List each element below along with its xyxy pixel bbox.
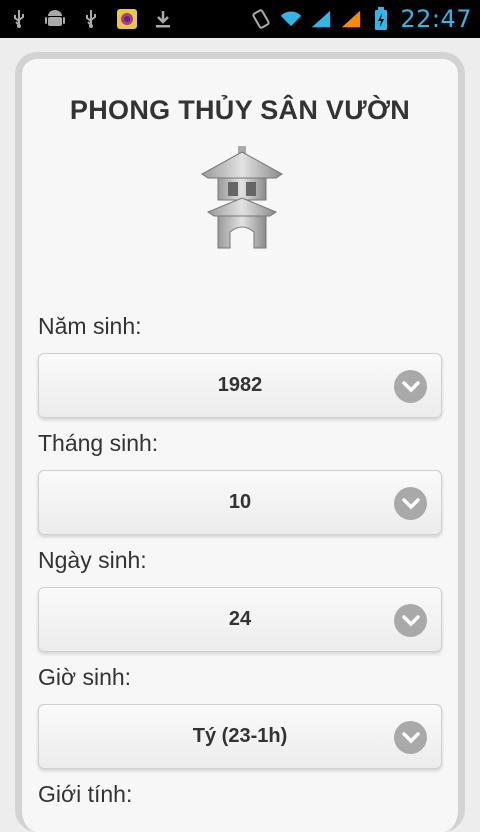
birth-day-select[interactable]: 24 xyxy=(38,587,442,652)
birth-year-select[interactable]: 1982 xyxy=(38,353,442,418)
chevron-down-icon xyxy=(394,370,427,403)
gender-label: Giới tính: xyxy=(38,781,133,807)
status-bar: 22:47 xyxy=(0,0,480,38)
download-icon xyxy=(152,8,174,30)
usb-icon xyxy=(8,8,30,30)
birth-month-value: 10 xyxy=(228,491,252,513)
birth-year-value: 1982 xyxy=(217,374,263,396)
clock: 22:47 xyxy=(400,5,472,33)
app-notification-icon xyxy=(116,8,138,30)
birth-day-value: 24 xyxy=(228,608,252,630)
chevron-down-icon xyxy=(394,721,427,754)
birth-hour-label: Giờ sinh: xyxy=(38,664,132,690)
wifi-icon xyxy=(280,8,302,30)
signal-icon xyxy=(310,8,332,30)
usb-icon xyxy=(80,8,102,30)
birth-month-label: Tháng sinh: xyxy=(38,430,159,456)
app-title: PHONG THỦY SÂN VƯỜN xyxy=(69,95,411,125)
signal-icon xyxy=(340,8,362,30)
vibrate-icon xyxy=(250,8,272,30)
chevron-down-icon xyxy=(394,604,427,637)
android-debug-icon xyxy=(44,8,66,30)
birth-day-label: Ngày sinh: xyxy=(38,547,147,573)
main-card: PHONG THỦY SÂN VƯỜN Năm sinh: 1982 Tháng… xyxy=(15,52,465,832)
chevron-down-icon xyxy=(394,487,427,520)
battery-icon xyxy=(370,7,392,30)
birth-year-label: Năm sinh: xyxy=(38,313,142,339)
birth-hour-value: Tý (23-1h) xyxy=(192,725,288,747)
stone-lantern-icon xyxy=(192,144,292,252)
birth-hour-select[interactable]: Tý (23-1h) xyxy=(38,704,442,769)
birth-month-select[interactable]: 10 xyxy=(38,470,442,535)
